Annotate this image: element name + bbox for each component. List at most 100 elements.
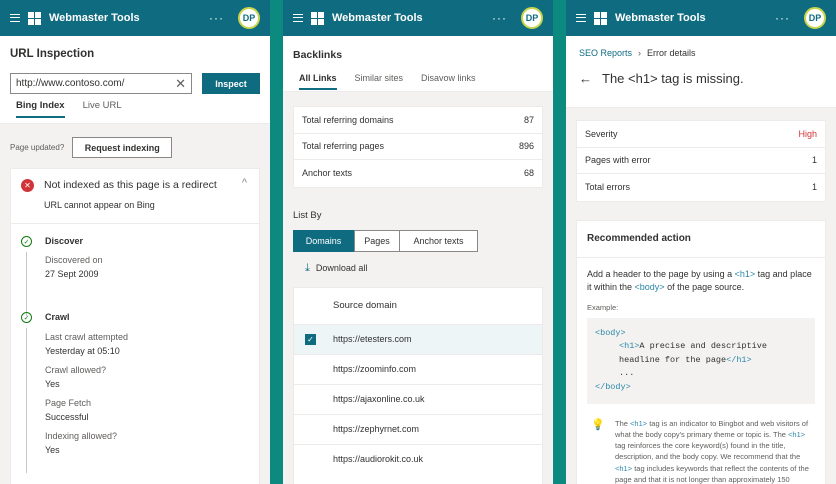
status-title: Not indexed as this page is a redirect (44, 179, 217, 191)
code-tag: <h1> (615, 463, 633, 473)
stat-value: 896 (518, 141, 534, 152)
segment-domains[interactable]: Domains (293, 229, 354, 252)
discovered-value: 27 Sept 2009 (45, 269, 99, 279)
recommended-action-card: Recommended action Add a header to the p… (576, 219, 826, 484)
page-updated-label: Page updated? (10, 143, 65, 152)
checkbox-checked[interactable]: ✓ (305, 333, 316, 345)
code-tag: <h1> (619, 341, 640, 352)
stat-row: Anchor texts 68 (294, 160, 542, 187)
domain-row[interactable]: https://audiorokit.co.uk (294, 443, 542, 474)
code-tag: <body> (634, 281, 665, 292)
list-by-label: List By (293, 209, 322, 221)
hamburger-menu-icon[interactable] (293, 14, 303, 22)
discover-title: Discover (45, 236, 84, 246)
tab-disavow-links[interactable]: Disavow links (421, 73, 476, 90)
crawl-value: Successful (45, 412, 89, 422)
inspect-button[interactable]: Inspect (202, 73, 260, 94)
text: Add a header to the page by using a (587, 268, 735, 279)
domain-link[interactable]: https://zephyrnet.com (333, 424, 419, 434)
error-icon: ✕ (21, 179, 34, 192)
code-line: <body> (595, 327, 626, 338)
stat-value: 1 (811, 155, 817, 166)
check-icon: ✓ (21, 312, 32, 323)
page-title: The <h1> tag is missing. (602, 71, 744, 86)
domain-row[interactable]: https://zephyrnet.com (294, 413, 542, 444)
request-indexing-button[interactable]: Request indexing (72, 137, 173, 158)
back-arrow-icon[interactable]: ← (579, 71, 592, 86)
domain-link[interactable]: https://audiorokit.co.uk (333, 454, 423, 464)
code-tag: </h1> (726, 354, 752, 365)
stat-row: Total referring domains 87 (294, 107, 542, 134)
breadcrumb-seo-reports[interactable]: SEO Reports (579, 48, 632, 58)
code-tag: <h1> (734, 268, 756, 279)
chevron-up-icon[interactable]: ^ (242, 177, 247, 189)
stat-row: Total errors 1 (577, 174, 825, 201)
tab-all-links[interactable]: All Links (299, 73, 337, 90)
checkbox[interactable] (305, 454, 316, 465)
stat-row: Pages with error 1 (577, 148, 825, 174)
domain-link[interactable]: https://zoominfo.com (333, 364, 416, 374)
avatar[interactable]: DP (238, 7, 260, 29)
timeline-line (26, 252, 27, 316)
app-title: Webmaster Tools (49, 12, 140, 24)
status-subtitle: URL cannot appear on Bing (44, 200, 155, 210)
app-title: Webmaster Tools (615, 12, 706, 24)
more-options-icon[interactable]: ··· (775, 11, 790, 25)
hamburger-menu-icon[interactable] (576, 14, 586, 22)
domain-link[interactable]: https://ajaxonline.co.uk (333, 394, 425, 404)
download-icon: ⤓ (305, 261, 310, 274)
clear-icon[interactable]: ✕ (175, 76, 186, 92)
download-all-button[interactable]: ⤓ Download all (283, 252, 553, 275)
discovered-label: Discovered on (45, 255, 103, 265)
code-example: <body> <h1>A precise and descriptive hea… (587, 317, 815, 404)
avatar[interactable]: DP (521, 7, 543, 29)
crawl-label: Last crawl attempted (45, 332, 129, 342)
more-options-icon[interactable]: ··· (209, 11, 224, 25)
tab-live-url[interactable]: Live URL (83, 100, 122, 118)
backlinks-panel: Webmaster Tools ··· DP Backlinks All Lin… (283, 0, 553, 484)
stat-label: Severity (585, 128, 618, 139)
checkbox[interactable] (305, 364, 316, 375)
breadcrumb-separator: › (638, 48, 642, 58)
stat-value: 68 (523, 168, 534, 179)
domain-link[interactable]: https://etesters.com (333, 334, 412, 344)
tab-similar-sites[interactable]: Similar sites (355, 73, 404, 90)
segment-pages[interactable]: Pages (354, 229, 400, 252)
more-options-icon[interactable]: ··· (492, 11, 507, 25)
breadcrumb-error-details: Error details (647, 48, 696, 58)
domain-row[interactable]: ✓ https://etesters.com (294, 323, 542, 354)
error-stats-card: Severity High Pages with error 1 Total err… (576, 120, 826, 202)
segment-anchor-texts[interactable]: Anchor texts (400, 229, 478, 252)
tab-bing-index[interactable]: Bing Index (16, 100, 65, 118)
column-header-source-domain[interactable]: Source domain (294, 288, 542, 324)
code-line: </body> (595, 381, 631, 392)
domain-table: Source domain ✓ https://etesters.com https… (293, 286, 543, 484)
checkbox[interactable] (305, 394, 316, 405)
severity-value: High (798, 128, 817, 139)
domain-row[interactable]: https://ajaxonline.co.uk (294, 383, 542, 414)
app-logo-icon (594, 11, 607, 25)
app-title: Webmaster Tools (332, 12, 423, 24)
app-logo-icon (311, 11, 324, 25)
avatar[interactable]: DP (804, 7, 826, 29)
error-details-panel: Webmaster Tools ··· DP SEO Reports › Err… (566, 0, 836, 484)
page-title: URL Inspection (10, 48, 95, 60)
check-icon: ✓ (21, 236, 32, 247)
checkbox[interactable] (305, 424, 316, 435)
recommendation-text: Add a header to the page by using a <h1>… (577, 258, 825, 294)
stat-value: 1 (811, 182, 817, 193)
inspection-result-card: ✕ Not indexed as this page is a redirect… (10, 168, 260, 484)
info-text: 💡 The <h1> tag is an indicator to Bingbo… (577, 404, 825, 484)
app-logo-icon (28, 11, 41, 25)
domain-row[interactable]: https://zoominfo.com (294, 353, 542, 384)
stat-value: 87 (523, 114, 534, 125)
crawl-label: Page Fetch (45, 398, 92, 408)
text: tag reinforces the core keyword(s) found… (615, 441, 801, 462)
hamburger-menu-icon[interactable] (10, 14, 20, 22)
timeline-line (26, 328, 27, 473)
app-header: Webmaster Tools ··· DP (0, 0, 270, 36)
example-label: Example: (587, 302, 619, 312)
app-header: Webmaster Tools ··· DP (283, 0, 553, 36)
text: of the page source. (664, 281, 745, 292)
url-input[interactable]: http://www.contoso.com/ ✕ (10, 73, 192, 94)
